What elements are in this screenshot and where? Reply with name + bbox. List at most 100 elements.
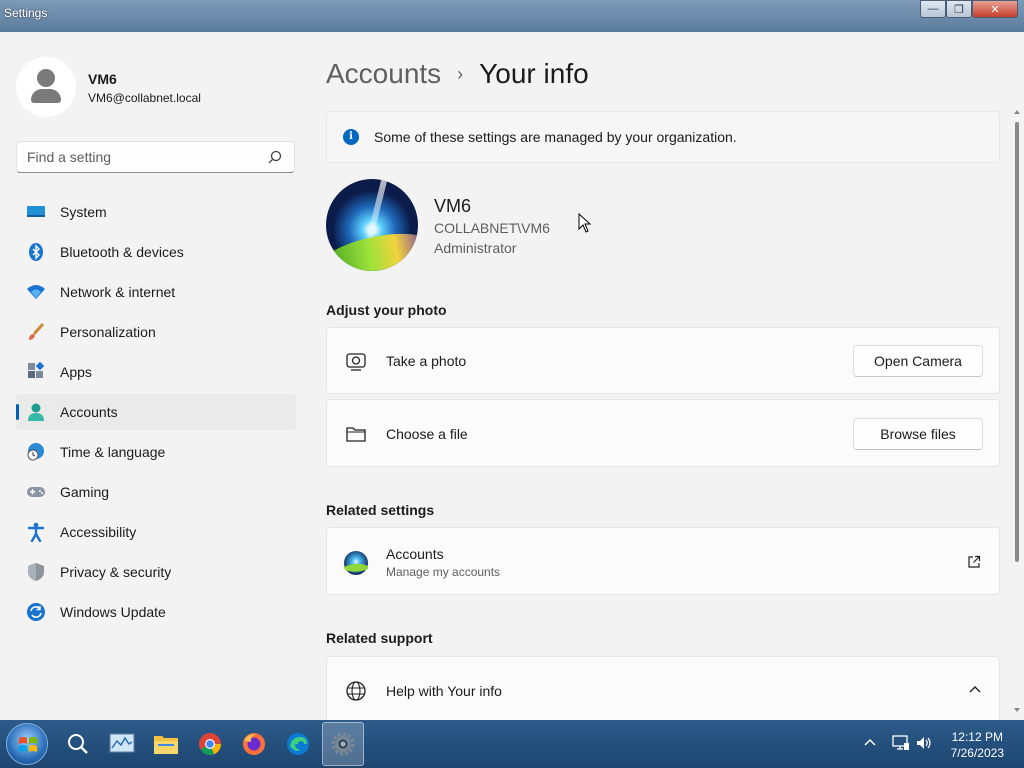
profile-name: VM6 [88, 71, 117, 87]
show-hidden-icons-icon[interactable] [864, 738, 876, 746]
task-manager-icon [109, 733, 135, 753]
sidebar-item-time-language[interactable]: Time & language [16, 434, 296, 470]
taskbar-file-explorer[interactable] [146, 722, 186, 766]
sidebar-item-label: Gaming [60, 484, 110, 500]
scroll-down-arrow[interactable] [1014, 708, 1020, 712]
sidebar-item-label: Windows Update [60, 604, 166, 620]
monitor-icon [27, 206, 45, 217]
start-button[interactable] [6, 723, 48, 765]
related-accounts-card[interactable]: Accounts Manage my accounts [326, 527, 1000, 595]
related-accounts-sublabel: Manage my accounts [386, 565, 501, 579]
help-your-info-card[interactable]: Help with Your info [326, 656, 1000, 720]
chrome-icon [199, 733, 221, 755]
sidebar-item-bluetooth[interactable]: Bluetooth & devices [16, 234, 296, 270]
taskbar: 12:12 PM 7/26/2023 [0, 720, 1024, 768]
browse-files-button[interactable]: Browse files [853, 418, 983, 450]
profile[interactable]: VM6 VM6@collabnet.local [16, 57, 201, 117]
window-title: Settings [4, 6, 48, 20]
adjust-photo-heading: Adjust your photo [326, 302, 447, 318]
scroll-thumb[interactable] [1015, 122, 1019, 562]
sidebar-item-windows-update[interactable]: Windows Update [16, 594, 296, 630]
close-button[interactable]: ✕ [972, 0, 1018, 18]
page-title: Your info [479, 58, 589, 89]
windows-logo-icon [19, 737, 37, 752]
sidebar-item-label: Time & language [60, 444, 166, 460]
minimize-button[interactable]: — [920, 0, 946, 18]
breadcrumb-parent[interactable]: Accounts [326, 58, 441, 90]
network-icon[interactable] [892, 734, 910, 752]
choose-file-label: Choose a file [386, 426, 468, 442]
taskbar-edge[interactable] [278, 722, 318, 766]
gamepad-icon [27, 487, 45, 497]
sidebar-item-label: System [60, 204, 107, 220]
sidebar: VM6 VM6@collabnet.local System Bluetooth… [0, 32, 310, 720]
user-domain: COLLABNET\VM6 [434, 220, 550, 236]
brush-icon [29, 322, 45, 340]
info-banner: i Some of these settings are managed by … [326, 111, 1000, 163]
shield-icon [28, 563, 44, 581]
taskbar-settings[interactable] [322, 722, 364, 766]
file-explorer-icon [154, 736, 178, 754]
search-icon [68, 734, 88, 754]
maximize-button[interactable]: ❐ [946, 0, 972, 18]
sidebar-item-label: Apps [60, 364, 92, 380]
sidebar-item-accessibility[interactable]: Accessibility [16, 514, 296, 550]
person-icon [28, 403, 44, 421]
settings-icon [331, 732, 355, 756]
update-icon [27, 603, 45, 621]
sidebar-item-personalization[interactable]: Personalization [16, 314, 296, 350]
related-support-heading: Related support [326, 630, 433, 646]
sidebar-item-privacy-security[interactable]: Privacy & security [16, 554, 296, 590]
volume-icon[interactable] [916, 735, 932, 751]
taskbar-task-manager[interactable] [102, 722, 142, 766]
main-scrollbar[interactable] [1012, 110, 1022, 718]
taskbar-firefox[interactable] [234, 722, 274, 766]
taskbar-search-button[interactable] [58, 722, 98, 766]
take-photo-label: Take a photo [386, 353, 467, 369]
globe-clock-icon [27, 443, 44, 461]
related-settings-heading: Related settings [326, 502, 435, 518]
related-accounts-label: Accounts [386, 546, 444, 562]
user-role: Administrator [434, 240, 517, 256]
info-banner-text: Some of these settings are managed by yo… [374, 129, 737, 145]
info-icon: i [343, 129, 359, 145]
sidebar-item-label: Accessibility [60, 524, 137, 540]
accounts-app-icon [344, 551, 368, 575]
firefox-icon [243, 733, 265, 755]
window-controls: — ❐ ✕ [920, 0, 1018, 18]
sidebar-item-label: Privacy & security [60, 564, 172, 580]
taskbar-clock[interactable]: 12:12 PM 7/26/2023 [951, 729, 1004, 761]
sidebar-item-accounts[interactable]: Accounts [16, 394, 296, 430]
sidebar-item-label: Personalization [60, 324, 156, 340]
search-input[interactable] [17, 142, 257, 172]
breadcrumb: Accounts › Your info [326, 58, 589, 90]
main-content: Accounts › Your info i Some of these set… [326, 32, 1000, 720]
sidebar-item-label: Network & internet [60, 284, 176, 300]
nav-list: System Bluetooth & devices Network & int… [16, 194, 296, 634]
search-icon[interactable] [268, 150, 282, 164]
sidebar-item-gaming[interactable]: Gaming [16, 474, 296, 510]
edge-icon [287, 733, 309, 755]
choose-file-card: Choose a file Browse files [326, 399, 1000, 467]
accessibility-icon [27, 522, 45, 542]
clock-time: 12:12 PM [951, 730, 1003, 744]
open-camera-button[interactable]: Open Camera [853, 345, 983, 377]
chevron-up-icon[interactable] [969, 685, 981, 693]
taskbar-chrome[interactable] [190, 722, 230, 766]
breadcrumb-separator: › [457, 63, 464, 84]
help-your-info-label: Help with Your info [386, 683, 502, 699]
camera-icon [346, 353, 366, 371]
clock-date: 7/26/2023 [950, 746, 1004, 760]
external-link-icon [968, 555, 981, 568]
user-picture [326, 179, 418, 271]
wifi-icon [27, 285, 45, 299]
scroll-up-arrow[interactable] [1014, 110, 1020, 114]
sidebar-item-label: Bluetooth & devices [60, 244, 184, 260]
user-name: VM6 [434, 196, 472, 216]
search-box [16, 141, 295, 173]
avatar [16, 57, 76, 117]
bluetooth-icon [29, 243, 43, 261]
sidebar-item-system[interactable]: System [16, 194, 296, 230]
sidebar-item-network[interactable]: Network & internet [16, 274, 296, 310]
sidebar-item-apps[interactable]: Apps [16, 354, 296, 390]
